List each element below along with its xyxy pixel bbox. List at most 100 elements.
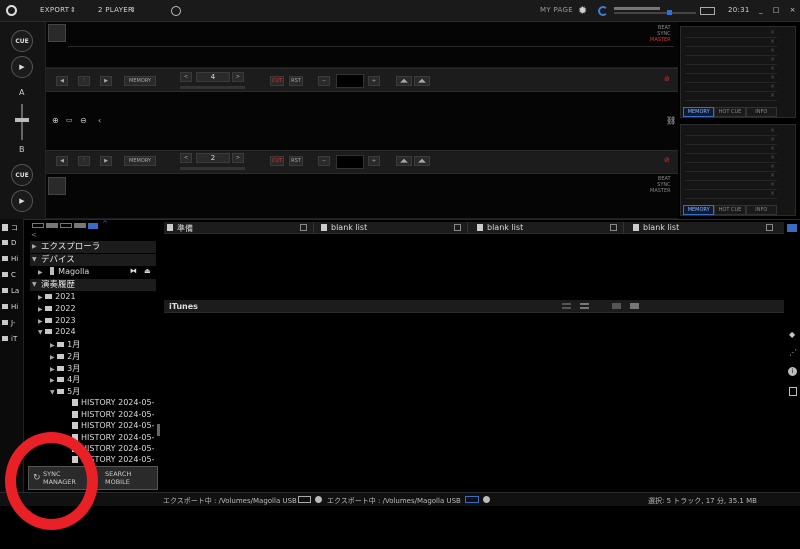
zoom-in-icon[interactable]: ⊕ xyxy=(52,116,59,125)
history-playlist[interactable]: HISTORY 2024-05- xyxy=(72,398,154,407)
memory-button[interactable]: MEMORY xyxy=(124,76,156,86)
info-icon[interactable]: i xyxy=(788,367,797,376)
collapse-chevron-icon[interactable]: ‹ xyxy=(98,116,101,125)
grid-icon[interactable]: ▭ xyxy=(66,116,73,124)
tempo-minus-button[interactable]: − xyxy=(318,156,330,166)
palette-menu-icon[interactable] xyxy=(300,224,307,231)
eject-icon[interactable]: ⏏ xyxy=(144,267,151,275)
cue-slot[interactable]: × xyxy=(685,127,777,136)
view-toggle[interactable] xyxy=(60,223,72,228)
beat-jump-forward-button[interactable]: > xyxy=(232,72,244,82)
pitch-bend-up-button[interactable]: ◢◣ xyxy=(414,156,430,166)
player-mode-select[interactable]: 2 PLAYER xyxy=(98,6,133,14)
cue-slot[interactable]: × xyxy=(685,163,777,172)
pitch-bend-down-button[interactable]: ◢◣ xyxy=(396,76,412,86)
back-chevron-icon[interactable]: < xyxy=(31,231,37,239)
cue-slot[interactable]: × xyxy=(685,181,777,190)
output-device-icon[interactable] xyxy=(700,7,715,15)
nav-item-collection[interactable]: コ xyxy=(2,223,22,237)
history-year-2022[interactable]: ▶ 2022 xyxy=(38,304,76,313)
palette-menu-icon[interactable] xyxy=(610,224,617,231)
next-cue-button[interactable]: ▶ xyxy=(100,156,112,166)
view-toggle[interactable] xyxy=(74,223,86,228)
delete-icon[interactable]: × xyxy=(770,38,775,45)
cue-button-deck2[interactable]: CUE xyxy=(11,164,33,186)
sub-panel-icon[interactable] xyxy=(789,387,797,396)
tempo-plus-button[interactable]: + xyxy=(368,156,380,166)
cue-slot[interactable]: × xyxy=(685,56,777,65)
cue-button-deck1[interactable]: CUE xyxy=(11,30,33,52)
nav-item[interactable]: C xyxy=(2,271,22,285)
tree-scrollbar[interactable] xyxy=(157,424,160,436)
loop-cut-button[interactable]: CUT xyxy=(270,76,284,86)
history-month[interactable]: ▼ 5月 xyxy=(50,386,80,397)
delete-icon[interactable]: × xyxy=(770,190,775,197)
my-page-link[interactable]: MY PAGE xyxy=(540,6,573,14)
memory-button[interactable]: MEMORY xyxy=(124,156,156,166)
history-month[interactable]: ▶ 1月 xyxy=(50,339,80,350)
reset-button[interactable]: RST xyxy=(289,156,303,166)
cue-slot[interactable]: × xyxy=(685,29,777,38)
delete-icon[interactable]: × xyxy=(770,127,775,134)
history-playlist[interactable]: HISTORY 2024-05- xyxy=(72,433,154,442)
cue-slot[interactable]: × xyxy=(685,92,777,101)
record-icon[interactable] xyxy=(171,6,181,16)
next-cue-button[interactable]: ▶ xyxy=(100,76,112,86)
artwork-view-icon[interactable] xyxy=(612,303,621,309)
chevron-updown-icon[interactable]: ⇕ xyxy=(130,6,136,14)
delete-icon[interactable]: × xyxy=(770,136,775,143)
history-playlist[interactable]: HISTORY 2024-05- xyxy=(72,410,154,419)
view-toggle[interactable] xyxy=(88,223,98,229)
pitch-bend-up-button[interactable]: ◢◣ xyxy=(414,76,430,86)
delete-icon[interactable]: × xyxy=(770,172,775,179)
history-year-2021[interactable]: ▶ 2021 xyxy=(38,292,76,301)
cancel-export-icon[interactable] xyxy=(315,496,322,503)
play-button-deck2[interactable]: ▶ xyxy=(11,190,33,212)
crossfader-knob[interactable] xyxy=(15,118,29,122)
delete-icon[interactable]: × xyxy=(770,47,775,54)
search-mobile-button[interactable]: SEARCH MOBILE xyxy=(88,466,158,490)
delete-icon[interactable]: × xyxy=(770,74,775,81)
list-view-icon[interactable] xyxy=(562,303,571,309)
tempo-minus-button[interactable]: − xyxy=(318,76,330,86)
delete-icon[interactable]: × xyxy=(770,145,775,152)
beat-sync-master-deck1[interactable]: BEAT SYNC MASTER xyxy=(650,25,671,43)
delete-icon[interactable]: × xyxy=(770,154,775,161)
device-settings-icon[interactable]: ⧓ xyxy=(130,267,137,275)
prev-cue-button[interactable]: ◀ xyxy=(56,156,68,166)
zoom-out-icon[interactable]: ⊖ xyxy=(80,116,87,125)
delete-icon[interactable]: × xyxy=(770,65,775,72)
cue-slot[interactable]: × xyxy=(685,47,777,56)
beat-jump-forward-button[interactable]: > xyxy=(232,153,244,163)
palette-slot-3[interactable]: blank list xyxy=(474,222,624,234)
tab-info[interactable]: INFO xyxy=(745,205,777,215)
cue-slot[interactable]: × xyxy=(685,38,777,47)
cue-slot[interactable]: × xyxy=(685,136,777,145)
palette-menu-icon[interactable] xyxy=(454,224,461,231)
tree-header-history[interactable]: ▼ 演奏履歴 xyxy=(30,279,156,291)
delete-icon[interactable]: × xyxy=(770,163,775,170)
column-view-icon[interactable] xyxy=(630,303,639,309)
nav-item[interactable]: J- xyxy=(2,319,22,333)
delete-icon[interactable]: × xyxy=(770,83,775,90)
beat-jump-back-button[interactable]: < xyxy=(180,72,192,82)
beat-jump-back-button[interactable]: < xyxy=(180,153,192,163)
delete-icon[interactable]: × xyxy=(770,181,775,188)
window-controls[interactable]: _ □ × xyxy=(759,6,799,14)
cue-slot[interactable]: × xyxy=(685,83,777,92)
cue-slot[interactable]: × xyxy=(685,172,777,181)
cue-marker-button[interactable]: ! xyxy=(78,156,90,166)
tag-icon[interactable]: ◆ xyxy=(789,330,795,339)
cue-slot[interactable]: × xyxy=(685,65,777,74)
link-icon[interactable]: ⛓ xyxy=(666,116,676,125)
tab-memory[interactable]: MEMORY xyxy=(683,107,715,117)
master-volume-slider[interactable] xyxy=(614,12,696,14)
export-mode-select[interactable]: EXPORT xyxy=(40,6,69,14)
view-toggle[interactable] xyxy=(46,223,58,228)
detail-view-icon[interactable] xyxy=(580,303,589,309)
delete-icon[interactable]: × xyxy=(770,56,775,63)
history-year-2024[interactable]: ▼ 2024 xyxy=(38,327,76,336)
device-item-magolla[interactable]: ▶ Magolla ⧓ ⏏ xyxy=(38,267,156,276)
delete-icon[interactable]: × xyxy=(770,29,775,36)
palette-slot-4[interactable]: blank list xyxy=(630,222,780,234)
